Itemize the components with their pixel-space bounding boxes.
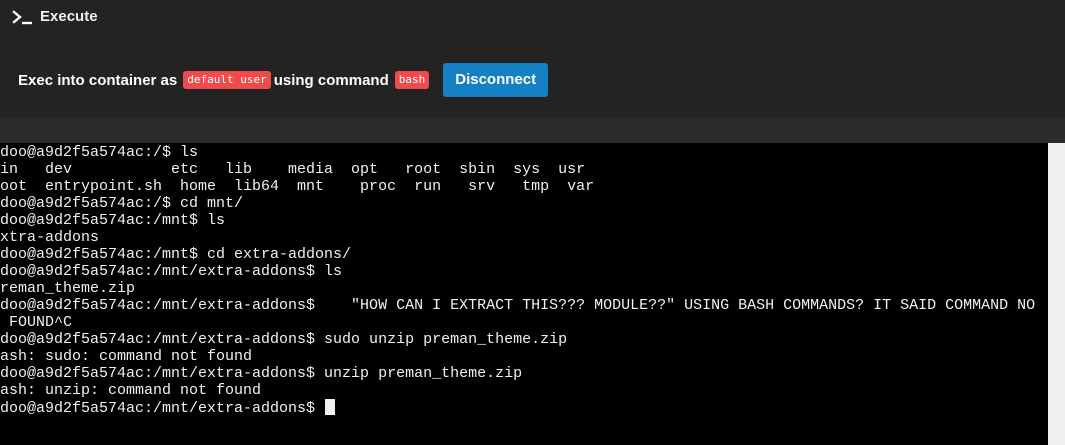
terminal-line: bin dev etc lib media opt root sbin sys … [0,161,586,178]
terminal-line: boot entrypoint.sh home lib64 mnt proc r… [0,178,595,195]
command-badge: bash [394,71,430,89]
scrollbar-thumb[interactable] [1052,155,1061,431]
exec-info-row: Exec into container as default user usin… [18,63,549,97]
terminal-line: preman_theme.zip [0,280,136,297]
terminal-history: odoo@a9d2f5a574ac:/$ ls bin dev etc lib … [0,144,1035,399]
divider [0,118,1065,143]
exec-prefix-text: Exec into container as [18,71,178,89]
terminal-line: bash: unzip: command not found [0,382,262,399]
terminal-line: odoo@a9d2f5a574ac:/mnt$ ls [0,212,226,229]
terminal-line: bash: sudo: command not found [0,348,253,365]
terminal-scrollbar[interactable] [1048,143,1065,445]
exec-toolbar: Exec into container as default user usin… [0,34,1065,118]
disconnect-button[interactable]: Disconnect [443,63,549,97]
terminal-cursor [325,399,336,415]
page-title: Execute [40,8,98,25]
terminal-line: odoo@a9d2f5a574ac:/mnt/extra-addons$ unz… [0,365,523,382]
terminal-prompt-icon [12,10,32,25]
exec-window: Execute Exec into container as default u… [0,0,1065,445]
terminal-output: odoo@a9d2f5a574ac:/$ ls bin dev etc lib … [0,144,1035,417]
terminal-line: extra-addons [0,229,100,246]
terminal-line: odoo@a9d2f5a574ac:/mnt/extra-addons$ "HO… [0,297,1036,314]
exec-middle-text: using command [273,71,389,89]
terminal-current-prompt: odoo@a9d2f5a574ac:/mnt/extra-addons$ [0,400,325,417]
terminal-line: odoo@a9d2f5a574ac:/$ cd mnt/ [0,195,244,212]
terminal-line: odoo@a9d2f5a574ac:/$ ls [0,144,199,161]
terminal-line: T FOUND^C [0,314,73,331]
terminal-line: odoo@a9d2f5a574ac:/mnt$ cd extra-addons/ [0,246,352,263]
user-badge: default user [183,71,271,89]
header: Execute [0,0,1065,34]
terminal-line: odoo@a9d2f5a574ac:/mnt/extra-addons$ sud… [0,331,568,348]
terminal-line: odoo@a9d2f5a574ac:/mnt/extra-addons$ ls [0,263,343,280]
terminal-screen[interactable]: odoo@a9d2f5a574ac:/$ ls bin dev etc lib … [0,143,1048,445]
